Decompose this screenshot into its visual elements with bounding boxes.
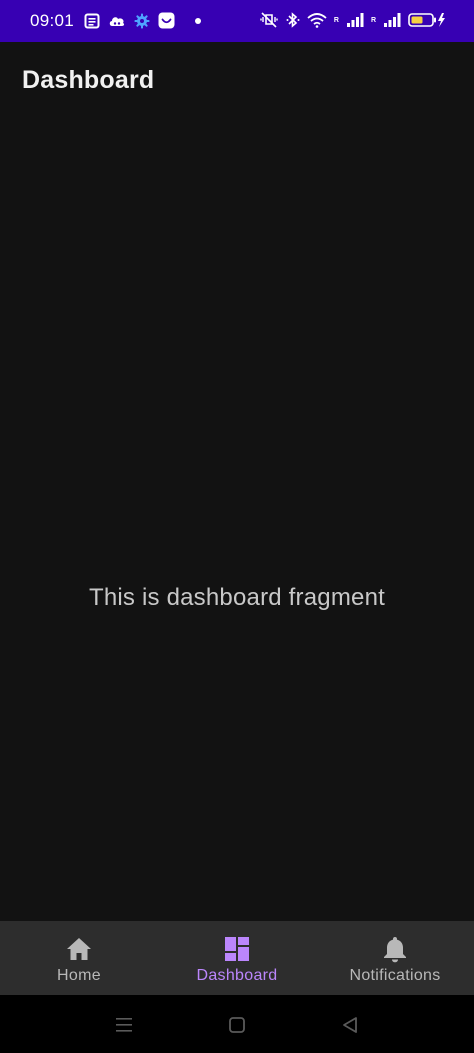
- status-time: 09:01: [30, 11, 75, 30]
- home-square-icon[interactable]: [226, 1014, 248, 1036]
- nav-item-home[interactable]: Home: [0, 921, 158, 995]
- nav-label-dashboard: Dashboard: [196, 967, 278, 984]
- status-right-icons: R R: [259, 12, 446, 28]
- menu-icon[interactable]: [113, 1014, 135, 1036]
- status-left-icons: [84, 12, 201, 29]
- nav-item-notifications[interactable]: Notifications: [316, 921, 474, 995]
- dashboard-message: This is dashboard fragment: [88, 584, 385, 611]
- bluetooth-icon: [286, 12, 300, 28]
- status-bar: 09:01 R R: [0, 0, 474, 42]
- mute-vibrate-icon: [260, 12, 278, 28]
- system-navigation-bar: [0, 995, 474, 1053]
- nav-label-home: Home: [57, 967, 101, 984]
- page-title: Dashboard: [22, 66, 155, 94]
- settings-gear-icon: [134, 13, 150, 28]
- battery-charging-icon: [408, 13, 445, 27]
- bell-icon: [384, 937, 406, 963]
- signal-icon: [384, 13, 401, 27]
- back-triangle-icon[interactable]: [339, 1014, 361, 1036]
- home-icon: [67, 938, 91, 960]
- app-bar: Dashboard: [0, 42, 474, 120]
- signal-icon: [346, 13, 364, 27]
- bottom-navigation: Home Dashboard Notifications: [0, 921, 474, 995]
- nav-item-dashboard[interactable]: Dashboard: [158, 921, 316, 995]
- network-label: R: [370, 16, 376, 24]
- notes-icon: [84, 13, 100, 28]
- network-label: R: [333, 16, 339, 24]
- cloud-game-icon: [109, 16, 125, 26]
- dashboard-icon: [225, 937, 249, 961]
- notification-dot: [195, 17, 201, 24]
- nav-label-notifications: Notifications: [349, 967, 441, 984]
- smile-app-icon: [158, 12, 175, 29]
- wifi-icon: [307, 13, 327, 28]
- screen: 09:01 R R Dashboard This is dashboard fr…: [0, 0, 474, 1053]
